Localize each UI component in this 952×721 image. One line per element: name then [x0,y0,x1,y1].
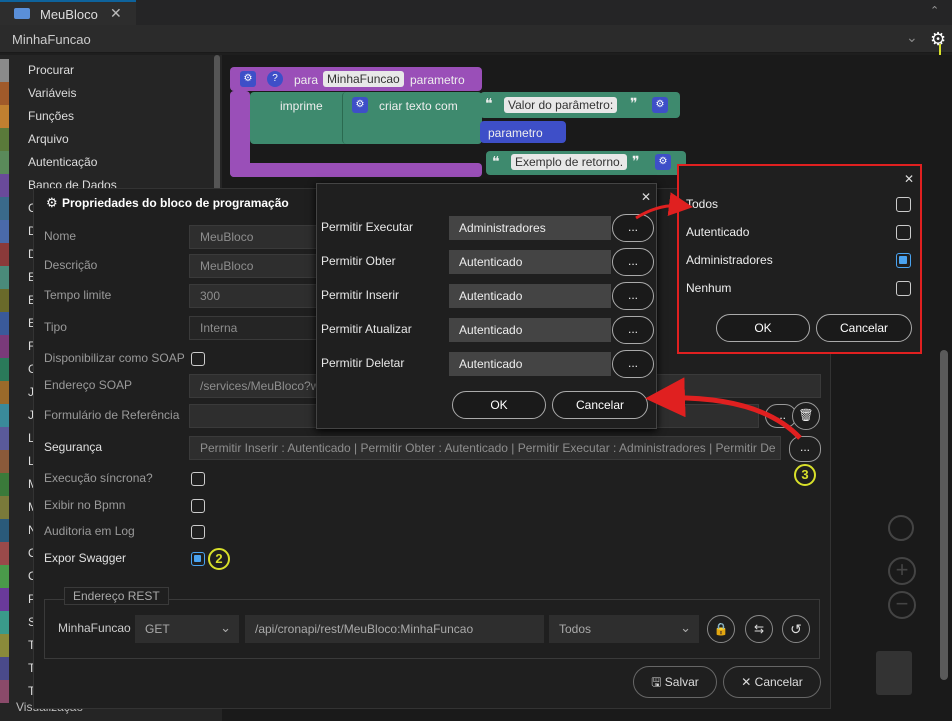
annotation-arrows [635,192,802,440]
